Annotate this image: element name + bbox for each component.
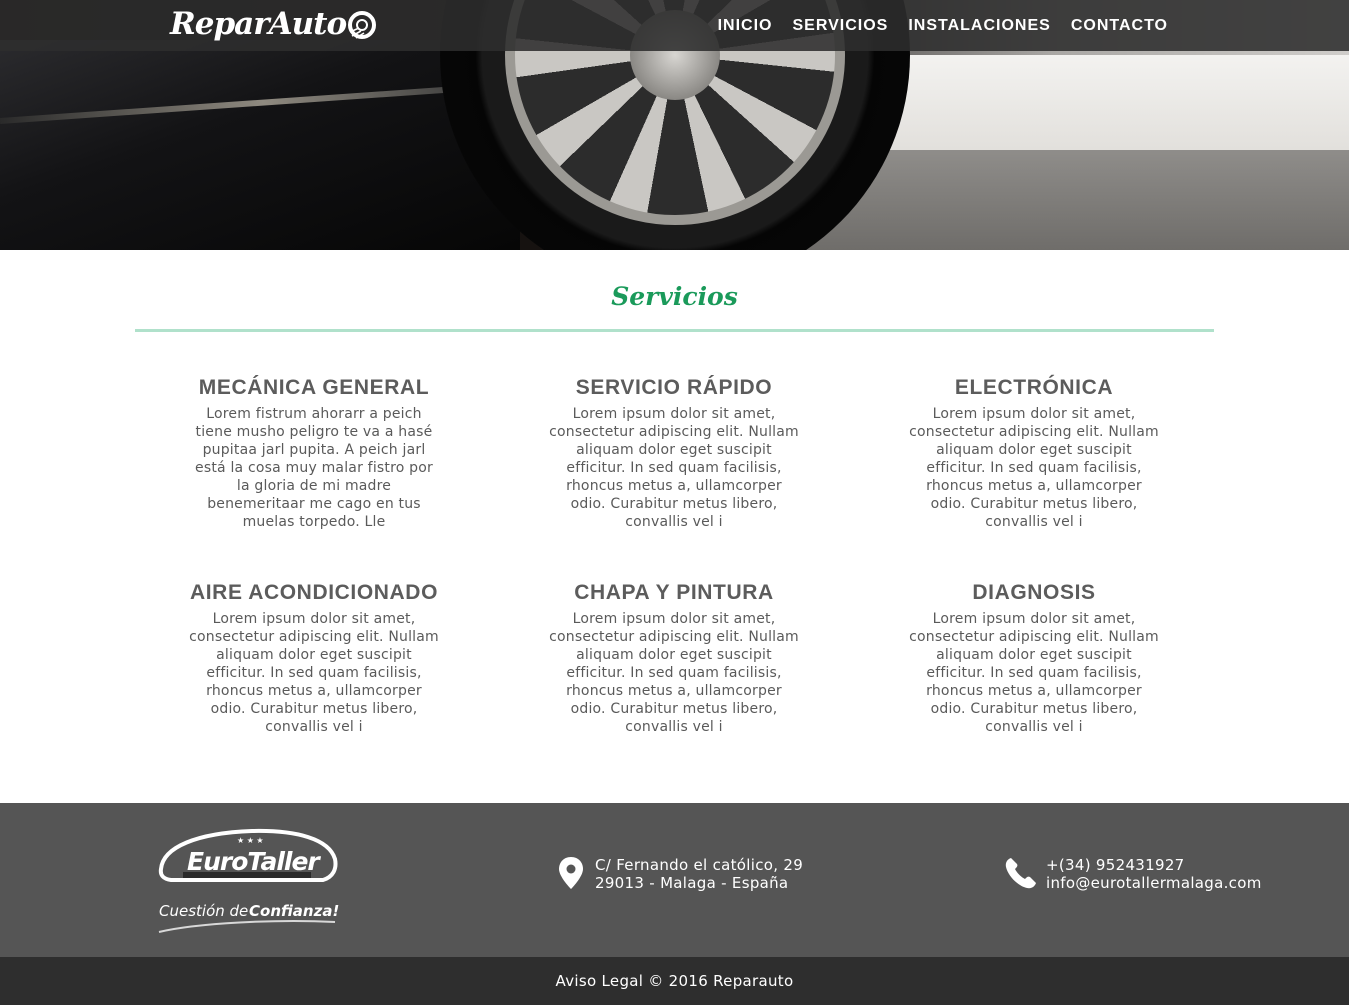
phone-number[interactable]: +(34) 952431927 bbox=[1046, 856, 1262, 874]
svg-text:Confianza!: Confianza! bbox=[249, 902, 339, 920]
main-nav: INICIO SERVICIOS INSTALACIONES CONTACTO bbox=[718, 0, 1168, 51]
section-divider bbox=[135, 329, 1214, 332]
eurotaller-logo[interactable]: ★ ★ ★ EuroTaller Cuestión de Confianza! bbox=[157, 825, 342, 935]
email-link[interactable]: info@eurotallermalaga.com bbox=[1046, 874, 1262, 892]
site-logo[interactable]: ReparAuto bbox=[170, 2, 377, 46]
copyright-notice[interactable]: Aviso Legal © 2016 Reparauto bbox=[556, 972, 794, 990]
service-card: DIAGNOSIS Lorem ipsum dolor sit amet, co… bbox=[854, 581, 1214, 756]
svg-text:EuroTaller: EuroTaller bbox=[187, 847, 321, 876]
navbar: ReparAuto INICIO SERVICIOS INSTALACIONES… bbox=[0, 0, 1349, 51]
service-title: DIAGNOSIS bbox=[972, 581, 1096, 604]
nav-servicios[interactable]: SERVICIOS bbox=[792, 17, 888, 35]
service-card: ELECTRÓNICA Lorem ipsum dolor sit amet, … bbox=[854, 376, 1214, 551]
phone-icon bbox=[1005, 858, 1036, 889]
address-line-2: 29013 - Malaga - España bbox=[595, 874, 789, 892]
svg-text:★ ★ ★: ★ ★ ★ bbox=[237, 836, 264, 845]
service-title: AIRE ACONDICIONADO bbox=[189, 581, 439, 604]
service-card: AIRE ACONDICIONADO Lorem ipsum dolor sit… bbox=[134, 581, 494, 756]
site-logo-text: ReparAuto bbox=[170, 6, 347, 42]
services-grid: MECÁNICA GENERAL Lorem fistrum ahorarr a… bbox=[134, 376, 1214, 756]
address-line-1: C/ Fernando el católico, 29 bbox=[595, 856, 804, 874]
service-card: CHAPA Y PINTURA Lorem ipsum dolor sit am… bbox=[494, 581, 854, 756]
footer: ★ ★ ★ EuroTaller Cuestión de Confianza! … bbox=[0, 803, 1349, 957]
service-card: SERVICIO RÁPIDO Lorem ipsum dolor sit am… bbox=[494, 376, 854, 551]
service-description: Lorem ipsum dolor sit amet, consectetur … bbox=[909, 406, 1159, 530]
tyre-icon bbox=[348, 11, 377, 39]
service-description: Lorem ipsum dolor sit amet, consectetur … bbox=[909, 611, 1159, 735]
service-title: CHAPA Y PINTURA bbox=[574, 581, 774, 604]
svg-text:Cuestión de: Cuestión de bbox=[159, 902, 248, 920]
service-title: SERVICIO RÁPIDO bbox=[575, 376, 773, 399]
footer-address: C/ Fernando el católico, 29 29013 - Mala… bbox=[557, 856, 803, 892]
nav-contacto[interactable]: CONTACTO bbox=[1071, 17, 1168, 35]
service-title: MECÁNICA GENERAL bbox=[198, 376, 430, 399]
service-title: ELECTRÓNICA bbox=[954, 376, 1114, 399]
service-description: Lorem fistrum ahorarr a peich tiene mush… bbox=[195, 406, 433, 530]
nav-instalaciones[interactable]: INSTALACIONES bbox=[908, 17, 1050, 35]
map-pin-icon bbox=[559, 857, 583, 889]
footer-contact: +(34) 952431927 info@eurotallermalaga.co… bbox=[1004, 856, 1262, 892]
section-title: Servicios bbox=[611, 282, 738, 311]
service-description: Lorem ipsum dolor sit amet, consectetur … bbox=[189, 611, 439, 735]
service-description: Lorem ipsum dolor sit amet, consectetur … bbox=[549, 611, 799, 735]
service-description: Lorem ipsum dolor sit amet, consectetur … bbox=[549, 406, 799, 530]
nav-inicio[interactable]: INICIO bbox=[718, 17, 773, 35]
bottom-bar: Aviso Legal © 2016 Reparauto bbox=[0, 957, 1349, 1005]
service-card: MECÁNICA GENERAL Lorem fistrum ahorarr a… bbox=[134, 376, 494, 551]
